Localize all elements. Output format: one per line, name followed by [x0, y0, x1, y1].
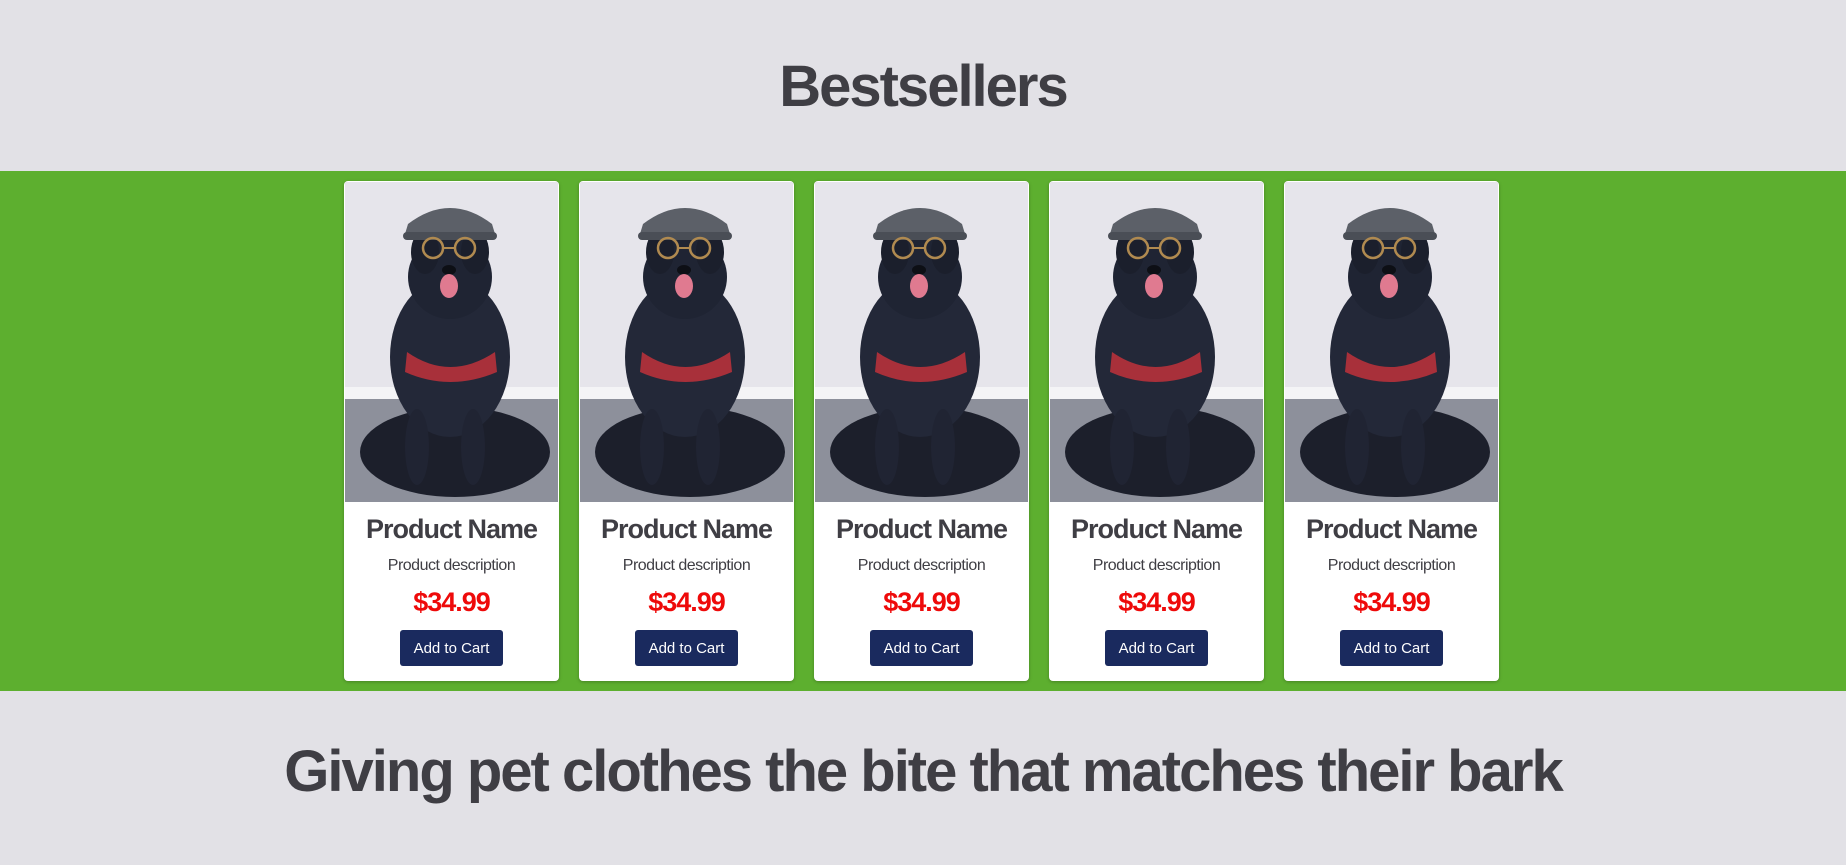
dog-photo-icon [345, 182, 558, 502]
product-description: Product description [1327, 557, 1456, 574]
product-card: Product Name Product description $34.99 … [579, 181, 794, 681]
add-to-cart-button[interactable]: Add to Cart [400, 630, 503, 666]
product-card: Product Name Product description $34.99 … [814, 181, 1029, 681]
product-card: Product Name Product description $34.99 … [1049, 181, 1264, 681]
product-description: Product description [1092, 557, 1221, 574]
product-image[interactable] [345, 182, 558, 502]
product-image[interactable] [580, 182, 793, 502]
tagline: Giving pet clothes the bite that matches… [284, 738, 1563, 804]
product-description: Product description [857, 557, 986, 574]
product-name: Product Name [365, 514, 538, 544]
add-to-cart-button[interactable]: Add to Cart [635, 630, 738, 666]
product-image[interactable] [815, 182, 1028, 502]
dog-photo-icon [580, 182, 793, 502]
page-title: Bestsellers [779, 54, 1069, 119]
product-price: $34.99 [1118, 587, 1196, 617]
dog-photo-icon [1050, 182, 1263, 502]
product-description: Product description [387, 557, 516, 574]
add-to-cart-button[interactable]: Add to Cart [870, 630, 973, 666]
product-name: Product Name [1070, 514, 1243, 544]
product-price: $34.99 [1353, 587, 1431, 617]
add-to-cart-button[interactable]: Add to Cart [1340, 630, 1443, 666]
dog-photo-icon [1285, 182, 1498, 502]
product-price: $34.99 [648, 587, 726, 617]
product-name: Product Name [600, 514, 773, 544]
product-price: $34.99 [883, 587, 961, 617]
add-to-cart-button[interactable]: Add to Cart [1105, 630, 1208, 666]
bestsellers-section: Product Name Product description $34.99 … [0, 171, 1846, 691]
tagline-section: Giving pet clothes the bite that matches… [0, 691, 1846, 865]
product-name: Product Name [1305, 514, 1478, 544]
dog-photo-icon [815, 182, 1028, 502]
product-price: $34.99 [413, 587, 491, 617]
product-card: Product Name Product description $34.99 … [1284, 181, 1499, 681]
product-card: Product Name Product description $34.99 … [344, 181, 559, 681]
product-image[interactable] [1285, 182, 1498, 502]
product-name: Product Name [835, 514, 1008, 544]
product-image[interactable] [1050, 182, 1263, 502]
header-section: Bestsellers [0, 0, 1846, 171]
product-description: Product description [622, 557, 751, 574]
product-card-list: Product Name Product description $34.99 … [344, 181, 1499, 681]
